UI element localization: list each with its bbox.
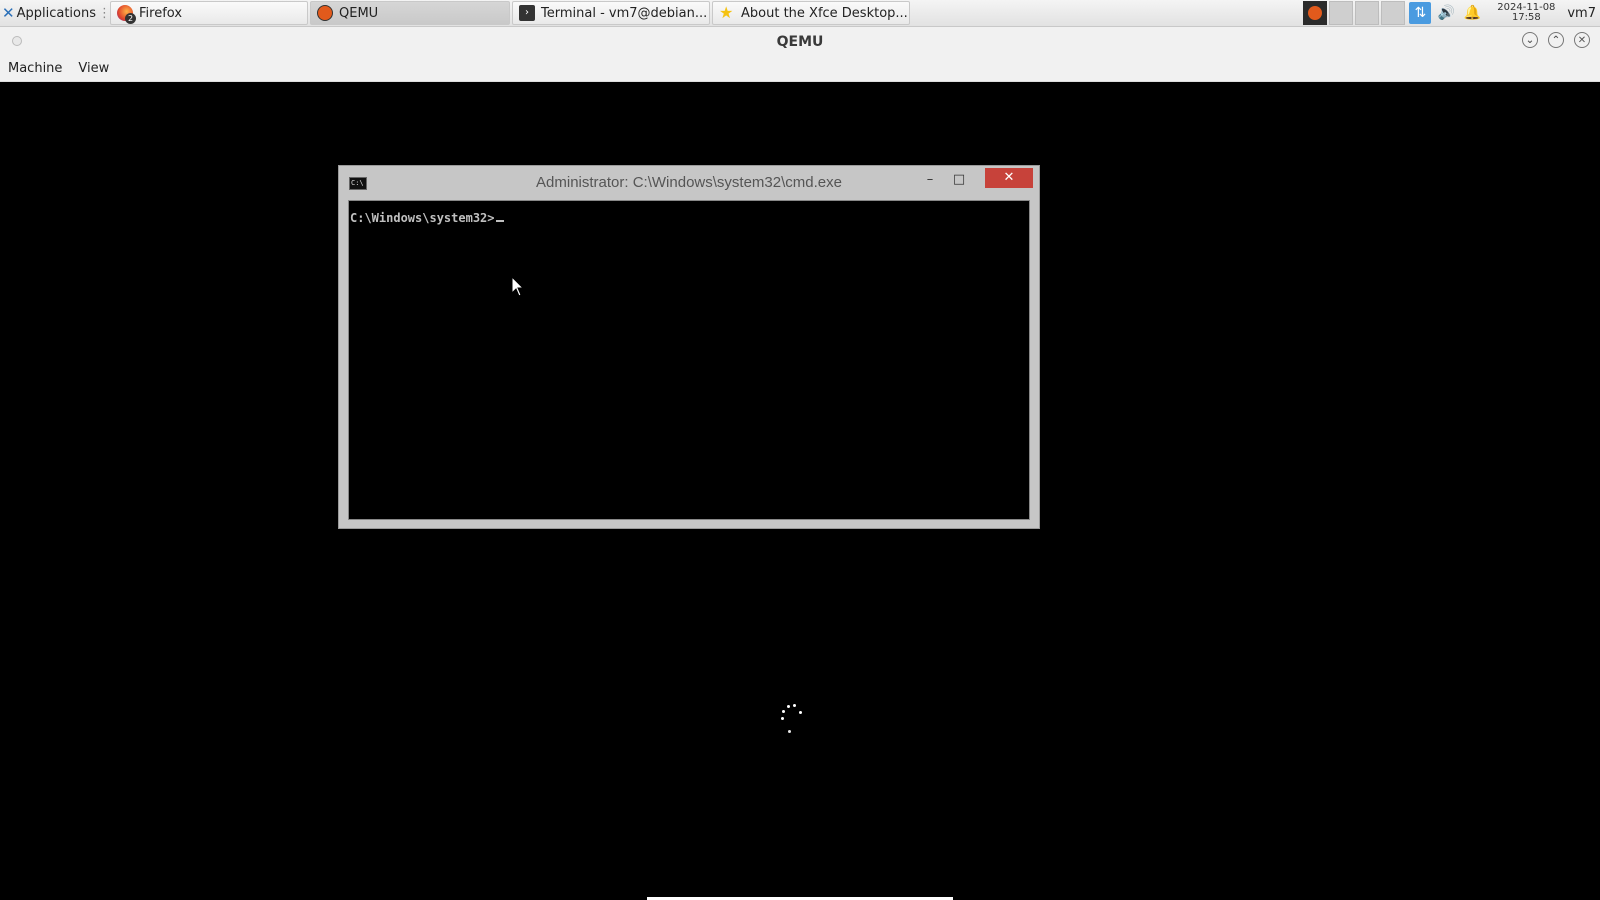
workspace-2-button[interactable] bbox=[1355, 1, 1380, 25]
star-icon: ★ bbox=[719, 3, 734, 22]
workspace-1-button[interactable] bbox=[1329, 1, 1354, 25]
firefox-icon: 2 bbox=[117, 5, 136, 24]
terminal-icon: › bbox=[519, 5, 535, 21]
taskbar-item-label: QEMU bbox=[339, 5, 379, 21]
applications-menu-button[interactable]: ✕ Applications ⋮ bbox=[0, 0, 111, 26]
tray-qemu-icon[interactable] bbox=[1303, 1, 1328, 25]
workspace-3-button[interactable] bbox=[1381, 1, 1406, 25]
cmd-prompt: C:\Windows\system32> bbox=[350, 211, 495, 225]
text-cursor bbox=[495, 220, 504, 222]
vm-display[interactable]: C:\ Administrator: C:\Windows\system32\c… bbox=[0, 82, 1600, 900]
system-tray: ⇅ 🔊 🔔 2024-11-08 17:58 vm7 bbox=[1303, 0, 1600, 26]
maximize-window-button[interactable]: ⌃ bbox=[1548, 32, 1564, 48]
applications-menu-label: Applications bbox=[16, 5, 96, 21]
loading-spinner-icon bbox=[780, 702, 820, 742]
cmd-window[interactable]: C:\ Administrator: C:\Windows\system32\c… bbox=[338, 165, 1040, 529]
xfce-mouse-icon: ✕ bbox=[2, 4, 15, 22]
window-title: QEMU bbox=[776, 34, 824, 50]
taskbar-item-firefox[interactable]: 2 Firefox bbox=[110, 1, 308, 25]
window-menu-icon[interactable] bbox=[12, 36, 22, 46]
cmd-console-area[interactable]: C:\Windows\system32> bbox=[348, 200, 1030, 520]
close-window-button[interactable]: ✕ bbox=[1574, 32, 1590, 48]
taskbar-item-label: Terminal - vm7@debian... bbox=[541, 5, 708, 21]
cmd-maximize-button[interactable]: □ bbox=[946, 170, 972, 190]
volume-icon[interactable]: 🔊 bbox=[1435, 2, 1457, 24]
qemu-icon bbox=[317, 5, 333, 21]
qemu-window-titlebar[interactable]: QEMU ⌄ ⌃ ✕ bbox=[0, 27, 1600, 57]
taskbar-item-about-xfce[interactable]: ★ About the Xfce Desktop... bbox=[712, 1, 910, 25]
minimize-window-button[interactable]: ⌄ bbox=[1522, 32, 1538, 48]
network-icon[interactable]: ⇅ bbox=[1409, 2, 1432, 24]
taskbar-item-label: About the Xfce Desktop... bbox=[741, 5, 908, 21]
taskbar-item-qemu[interactable]: QEMU bbox=[310, 1, 510, 25]
bell-icon[interactable]: 🔔 bbox=[1461, 2, 1483, 24]
clock-time: 17:58 bbox=[1511, 12, 1541, 23]
cmd-close-button[interactable]: ✕ bbox=[985, 168, 1033, 188]
cmd-minimize-button[interactable]: – bbox=[917, 170, 943, 190]
menu-machine[interactable]: Machine bbox=[0, 57, 70, 81]
mouse-pointer-icon bbox=[511, 276, 525, 297]
user-menu[interactable]: vm7 bbox=[1567, 6, 1596, 21]
firefox-window-count-badge: 2 bbox=[125, 13, 136, 24]
cmd-prompt-line: C:\Windows\system32> bbox=[350, 211, 504, 225]
taskbar-item-terminal[interactable]: › Terminal - vm7@debian... bbox=[512, 1, 710, 25]
taskbar-item-label: Firefox bbox=[139, 5, 183, 21]
qemu-menubar: Machine View bbox=[0, 57, 1600, 82]
panel-clock[interactable]: 2024-11-08 17:58 bbox=[1491, 3, 1561, 23]
menu-view[interactable]: View bbox=[70, 57, 117, 81]
window-buttons: ⌄ ⌃ ✕ bbox=[1522, 32, 1590, 48]
xfce-top-panel: ✕ Applications ⋮ 2 Firefox QEMU › Termin… bbox=[0, 0, 1600, 27]
